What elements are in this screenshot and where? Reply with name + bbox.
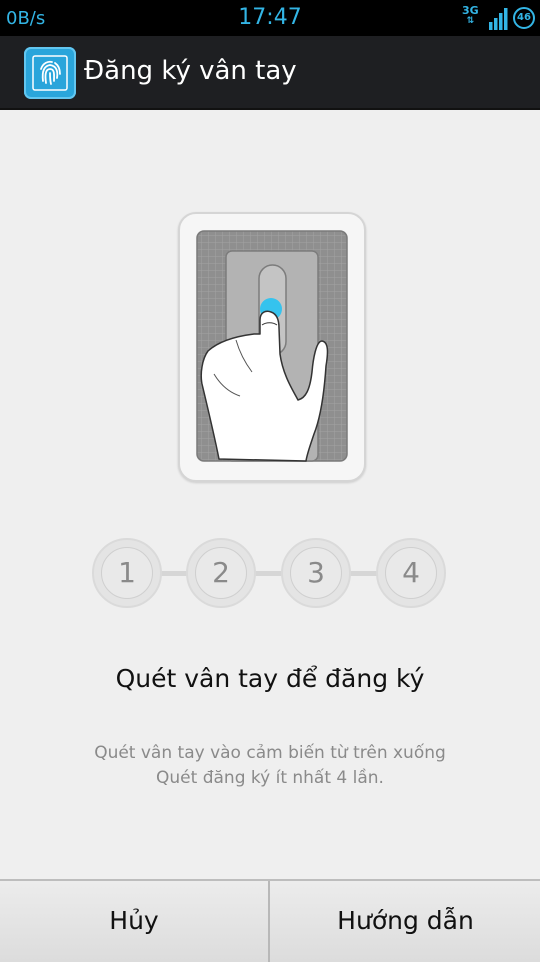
step-3: 3 xyxy=(281,538,351,608)
action-bar: Đăng ký vân tay xyxy=(0,36,540,110)
instruction-details: Quét vân tay vào cảm biến từ trên xuống … xyxy=(0,741,540,791)
cancel-button[interactable]: Hủy xyxy=(0,881,268,962)
signal-icon xyxy=(489,8,508,30)
step-label: 1 xyxy=(101,547,153,599)
guide-button[interactable]: Hướng dẫn xyxy=(271,881,540,962)
battery-level: 46 xyxy=(517,12,531,23)
instruction-title: Quét vân tay để đăng ký xyxy=(115,664,425,693)
finger-on-sensor-illustration xyxy=(178,212,366,482)
button-divider xyxy=(268,881,270,962)
instruction-line-2: Quét đăng ký ít nhất 4 lần. xyxy=(156,768,384,788)
step-indicator: 1 2 3 4 xyxy=(0,538,540,610)
step-label: 4 xyxy=(385,547,437,599)
battery-icon: 46 xyxy=(513,7,535,29)
step-2: 2 xyxy=(186,538,256,608)
clock: 17:47 xyxy=(238,5,302,30)
page-title: Đăng ký vân tay xyxy=(84,56,297,86)
button-bar: Hủy Hướng dẫn xyxy=(0,879,540,962)
fingerprint-icon[interactable] xyxy=(24,47,76,99)
step-label: 3 xyxy=(290,547,342,599)
network-type-icon: 3G ⇅ xyxy=(462,4,479,26)
step-1: 1 xyxy=(92,538,162,608)
instruction-line-1: Quét vân tay vào cảm biến từ trên xuống xyxy=(94,743,446,763)
step-label: 2 xyxy=(195,547,247,599)
step-4: 4 xyxy=(376,538,446,608)
status-bar: 0B/s 17:47 3G ⇅ 46 xyxy=(0,0,540,36)
